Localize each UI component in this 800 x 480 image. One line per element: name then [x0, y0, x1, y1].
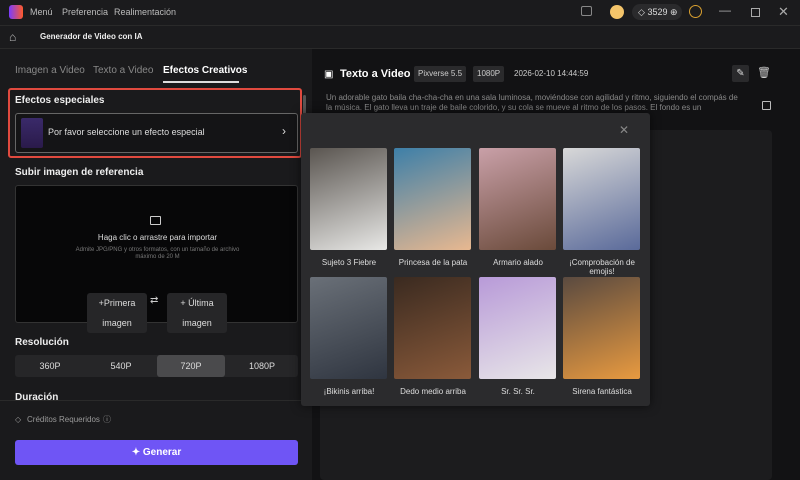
effect-card-label: ¡Bikinis arriba! [323, 387, 375, 396]
menu-feedback[interactable]: Realimentación [114, 7, 176, 17]
effect-card-label: Sirena fantástica [572, 387, 632, 396]
menu-menu[interactable]: Menú [30, 7, 53, 17]
close-icon[interactable]: ✕ [778, 4, 789, 20]
model-chip: Pixverse 5.5 [414, 66, 467, 82]
diamond-icon: ◇ [638, 7, 645, 17]
maximize-icon[interactable] [751, 8, 760, 17]
resolution-title: Resolución [15, 337, 69, 348]
store-icon[interactable] [610, 5, 624, 19]
resolution-540p[interactable]: 540P [86, 355, 156, 377]
resolution-1080p[interactable]: 1080P [227, 355, 297, 377]
diamond-icon: ◇ [15, 415, 22, 424]
text-icon: ▣ [324, 69, 334, 80]
close-popup-icon[interactable]: ✕ [619, 123, 629, 137]
tab-image-to-video[interactable]: Imagen a Video [15, 65, 85, 76]
edit-icon[interactable]: ✎ [732, 65, 749, 82]
resolution-360p[interactable]: 360P [15, 355, 85, 377]
generate-label: Generar [142, 447, 182, 458]
sparkle-icon: ✦ [131, 447, 143, 458]
upload-dropzone[interactable]: Haga clic o arrastre para importar Admit… [15, 185, 298, 333]
add-credits-icon[interactable]: ⊕ [670, 7, 678, 17]
app-logo [9, 5, 23, 19]
effect-card[interactable] [394, 277, 471, 379]
first-image-button[interactable]: +Primera imagen [87, 293, 147, 333]
resolution-720p[interactable]: 720P [157, 355, 225, 377]
swap-icon[interactable]: ⇄ [150, 295, 158, 306]
home-icon[interactable]: ⌂ [9, 30, 16, 44]
menu-preference[interactable]: Preferencia [62, 7, 108, 17]
credits-count: 3529 [647, 7, 668, 17]
credits-required-label: Créditos Requeridos [27, 415, 100, 424]
copy-icon[interactable] [762, 101, 771, 110]
page-title: Generador de Video con IA [40, 32, 143, 41]
last-image-button[interactable]: + Última imagen [167, 293, 227, 333]
message-icon[interactable] [581, 6, 592, 16]
sub-header: ⌂ Generador de Video con IA [0, 26, 800, 49]
effect-card-label: Sujeto 3 Fiebre [321, 258, 377, 267]
upload-hint-2: máximo de 20 M [135, 254, 180, 260]
effects-title: Efectos especiales [15, 95, 105, 106]
info-icon[interactable]: ⓘ [103, 414, 111, 425]
effect-placeholder: Por favor seleccione un efecto especial [48, 127, 205, 137]
task-title: Texto a Video [340, 68, 411, 80]
effect-card-label: ¡Comprobación de emojis! [569, 258, 635, 276]
effect-card[interactable] [479, 148, 556, 250]
credits-badge[interactable]: ◇ 3529 ⊕ [632, 4, 682, 20]
effects-popup: ✕ Sujeto 3 Fiebre Princesa de la pata Arma… [301, 113, 650, 406]
effect-card-label: Princesa de la pata [398, 258, 468, 267]
tab-text-to-video[interactable]: Texto a Video [93, 65, 153, 76]
effect-card-label: Armario alado [493, 258, 543, 267]
tab-creative-effects[interactable]: Efectos Creativos [163, 65, 247, 76]
effect-card[interactable] [310, 148, 387, 250]
effect-thumbnail-icon [21, 118, 43, 148]
effect-card[interactable] [394, 148, 471, 250]
effect-selector[interactable]: Por favor seleccione un efecto especial … [15, 113, 298, 153]
task-timestamp: 2026-02-10 14:44:59 [514, 69, 589, 78]
effect-card[interactable] [563, 277, 640, 379]
upload-title: Subir imagen de referencia [15, 167, 144, 178]
minimize-icon[interactable]: — [719, 3, 731, 17]
effect-card[interactable] [563, 148, 640, 250]
chevron-right-icon: › [282, 124, 286, 138]
effect-card[interactable] [479, 277, 556, 379]
effect-card[interactable] [310, 277, 387, 379]
avatar-icon[interactable] [689, 5, 702, 18]
upload-hint-1: Admite JPG/PNG y otros formatos, con un … [75, 247, 240, 253]
title-bar: Menú Preferencia Realimentación ◇ 3529 ⊕… [0, 0, 800, 26]
tab-underline [163, 81, 239, 83]
image-icon [150, 216, 161, 225]
trash-icon[interactable]: 🗑 [757, 66, 771, 79]
task-prompt: Un adorable gato baila cha-cha-cha en un… [326, 93, 738, 112]
effect-card-label: Sr. Sr. Sr. [501, 387, 535, 396]
generate-button[interactable]: ✦ Generar [15, 440, 298, 465]
effect-card-label: Dedo medio arriba [400, 387, 466, 396]
resolution-chip: 1080P [473, 66, 505, 82]
upload-main-text: Haga clic o arrastre para importar [97, 233, 218, 242]
